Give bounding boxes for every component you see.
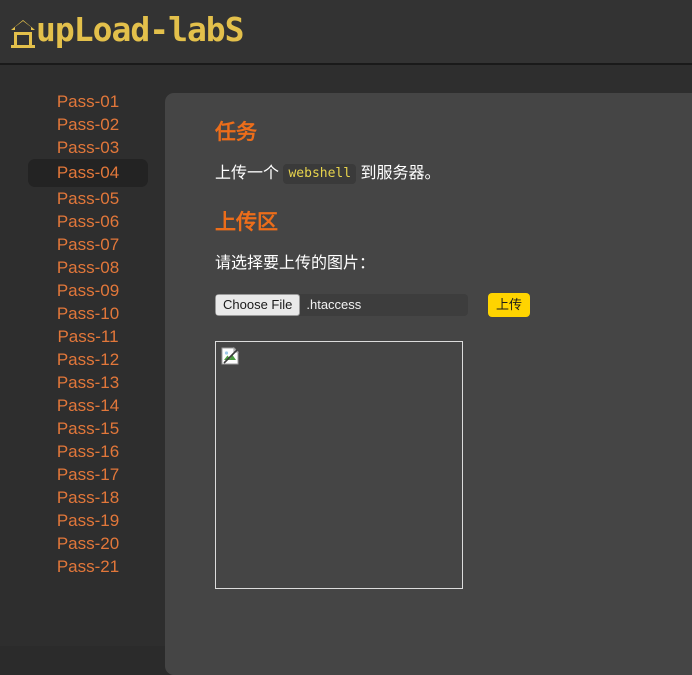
task-text-after: 到服务器。 <box>360 165 441 182</box>
sidebar-item-pass-03[interactable]: Pass-03 <box>28 136 148 159</box>
sidebar-item-pass-06[interactable]: Pass-06 <box>28 210 148 233</box>
file-upload-input[interactable]: Choose File .htaccess <box>215 294 468 316</box>
home-glyph-icon <box>10 10 36 54</box>
sidebar-item-pass-15[interactable]: Pass-15 <box>28 417 148 440</box>
sidebar-item-pass-10[interactable]: Pass-10 <box>28 302 148 325</box>
sidebar-item-pass-13[interactable]: Pass-13 <box>28 371 148 394</box>
broken-image-icon <box>221 346 240 365</box>
upload-instruction-label: 请选择要上传的图片： <box>215 255 376 272</box>
sidebar-item-pass-17[interactable]: Pass-17 <box>28 463 148 486</box>
main-content-panel: 任务 上传一个 webshell 到服务器。 上传区 请选择要上传的图片： Ch… <box>165 93 692 675</box>
webshell-code-token: webshell <box>283 164 357 184</box>
sidebar-item-pass-09[interactable]: Pass-09 <box>28 279 148 302</box>
choose-file-button[interactable]: Choose File <box>215 294 301 316</box>
sidebar-item-pass-12[interactable]: Pass-12 <box>28 348 148 371</box>
sidebar-nav: Pass-01 Pass-02 Pass-03 Pass-04 Pass-05 … <box>0 65 165 578</box>
app-logo: upLoad-labS <box>10 8 245 54</box>
sidebar-item-pass-14[interactable]: Pass-14 <box>28 394 148 417</box>
sidebar-item-pass-19[interactable]: Pass-19 <box>28 509 148 532</box>
task-text-before: 上传一个 <box>215 165 280 182</box>
sidebar-item-pass-18[interactable]: Pass-18 <box>28 486 148 509</box>
sidebar-item-pass-20[interactable]: Pass-20 <box>28 532 148 555</box>
sidebar-item-pass-04[interactable]: Pass-04 <box>28 159 148 187</box>
upload-form-row: Choose File .htaccess 上传 <box>215 293 692 317</box>
sidebar-item-pass-16[interactable]: Pass-16 <box>28 440 148 463</box>
sidebar-item-pass-11[interactable]: Pass-11 <box>28 325 148 348</box>
task-description: 上传一个 webshell 到服务器。 <box>215 163 692 185</box>
selected-file-name: .htaccess <box>306 297 362 312</box>
app-header: upLoad-labS <box>0 0 692 65</box>
logo-text: upLoad-labS <box>36 10 245 49</box>
sidebar-item-pass-02[interactable]: Pass-02 <box>28 113 148 136</box>
image-preview-box <box>215 341 463 589</box>
sidebar-item-pass-21[interactable]: Pass-21 <box>28 555 148 578</box>
sidebar-item-pass-08[interactable]: Pass-08 <box>28 256 148 279</box>
task-heading: 任务 <box>215 121 257 144</box>
upload-submit-button[interactable]: 上传 <box>488 293 531 317</box>
sidebar-item-pass-05[interactable]: Pass-05 <box>28 187 148 210</box>
sidebar-item-pass-01[interactable]: Pass-01 <box>28 90 148 113</box>
upload-area-heading: 上传区 <box>215 211 278 234</box>
page-body: Pass-01 Pass-02 Pass-03 Pass-04 Pass-05 … <box>0 65 692 675</box>
sidebar-item-pass-07[interactable]: Pass-07 <box>28 233 148 256</box>
